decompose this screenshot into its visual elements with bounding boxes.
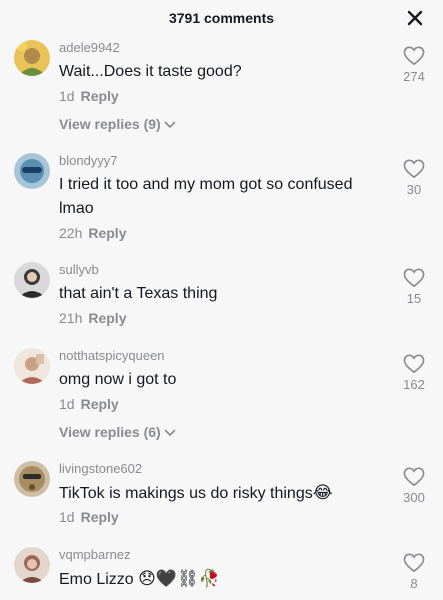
view-replies-button[interactable]: View replies (6) bbox=[59, 424, 176, 440]
like-count: 30 bbox=[406, 182, 422, 197]
close-icon[interactable] bbox=[405, 8, 425, 28]
comment-text: I tried it too and my mom got so confuse… bbox=[59, 176, 353, 217]
laughing-emoji: 😂 bbox=[312, 483, 333, 503]
avatar[interactable] bbox=[14, 262, 50, 298]
like-button[interactable]: 300 bbox=[399, 467, 429, 505]
comment-text: omg now i got to bbox=[59, 371, 177, 388]
comments-count-title: 3791 comments bbox=[168, 10, 275, 26]
like-button[interactable]: 274 bbox=[399, 46, 429, 84]
heart-icon bbox=[403, 268, 425, 288]
comment-username[interactable]: adele9942 bbox=[59, 40, 120, 55]
reply-button[interactable]: Reply bbox=[88, 225, 126, 241]
reply-button[interactable]: Reply bbox=[81, 88, 119, 104]
heart-icon bbox=[403, 159, 425, 179]
avatar[interactable] bbox=[14, 348, 50, 384]
chevron-down-icon bbox=[164, 429, 176, 437]
heart-icon bbox=[403, 46, 425, 66]
comment-meta: 21h Reply bbox=[59, 310, 126, 326]
comment-username[interactable]: vqmpbarnez bbox=[59, 547, 131, 562]
view-replies-button[interactable]: View replies (9) bbox=[59, 116, 176, 132]
comment-username[interactable]: blondyyy7 bbox=[59, 153, 118, 168]
comment-meta: 1d Reply bbox=[59, 509, 119, 525]
avatar[interactable] bbox=[14, 461, 50, 497]
heart-icon bbox=[403, 467, 425, 487]
comment-text-content: TikTok is makings us do risky things bbox=[59, 485, 313, 502]
comment-time: 21h bbox=[59, 310, 83, 326]
like-count: 274 bbox=[403, 69, 425, 84]
like-count: 300 bbox=[403, 490, 425, 505]
comment-username[interactable]: notthatspicyqueen bbox=[59, 348, 165, 363]
reply-button[interactable]: Reply bbox=[88, 310, 126, 326]
like-button[interactable]: 15 bbox=[399, 268, 429, 306]
avatar[interactable] bbox=[14, 153, 50, 189]
view-replies-label: View replies (6) bbox=[59, 424, 161, 440]
avatar[interactable] bbox=[14, 547, 50, 583]
comment-text: Emo Lizzo 😞🖤⛓🥀 bbox=[59, 567, 379, 592]
avatar[interactable] bbox=[14, 40, 50, 76]
like-count: 8 bbox=[410, 576, 418, 591]
reply-button[interactable]: Reply bbox=[81, 509, 119, 525]
comment-meta: 1d Reply bbox=[59, 88, 119, 104]
comment-time: 1d bbox=[59, 396, 75, 412]
comment-text-content: Emo Lizzo bbox=[59, 571, 134, 588]
heart-icon bbox=[403, 553, 425, 573]
comments-header: 3791 comments bbox=[0, 0, 443, 36]
comment-text: TikTok is makings us do risky things😂 bbox=[59, 481, 379, 506]
heart-icon bbox=[403, 354, 425, 374]
chevron-down-icon bbox=[164, 121, 176, 129]
like-button[interactable]: 8 bbox=[399, 553, 429, 591]
comment-text: that ain't a Texas thing bbox=[59, 285, 218, 302]
like-count: 162 bbox=[403, 377, 425, 392]
comment-username[interactable]: livingstone602 bbox=[59, 461, 142, 476]
emoji-sequence: 😞🖤⛓🥀 bbox=[138, 569, 220, 589]
comment-username[interactable]: sullyvb bbox=[59, 262, 99, 277]
comment-meta: 1d Reply bbox=[59, 396, 119, 412]
view-replies-label: View replies (9) bbox=[59, 116, 161, 132]
comment-meta: 22h Reply bbox=[59, 225, 126, 241]
reply-button[interactable]: Reply bbox=[81, 396, 119, 412]
comment-text: Wait...Does it taste good? bbox=[59, 63, 242, 80]
like-count: 15 bbox=[406, 291, 422, 306]
like-button[interactable]: 162 bbox=[399, 354, 429, 392]
like-button[interactable]: 30 bbox=[399, 159, 429, 197]
comment-time: 22h bbox=[59, 225, 83, 241]
comment-time: 1d bbox=[59, 88, 75, 104]
comment-time: 1d bbox=[59, 509, 75, 525]
